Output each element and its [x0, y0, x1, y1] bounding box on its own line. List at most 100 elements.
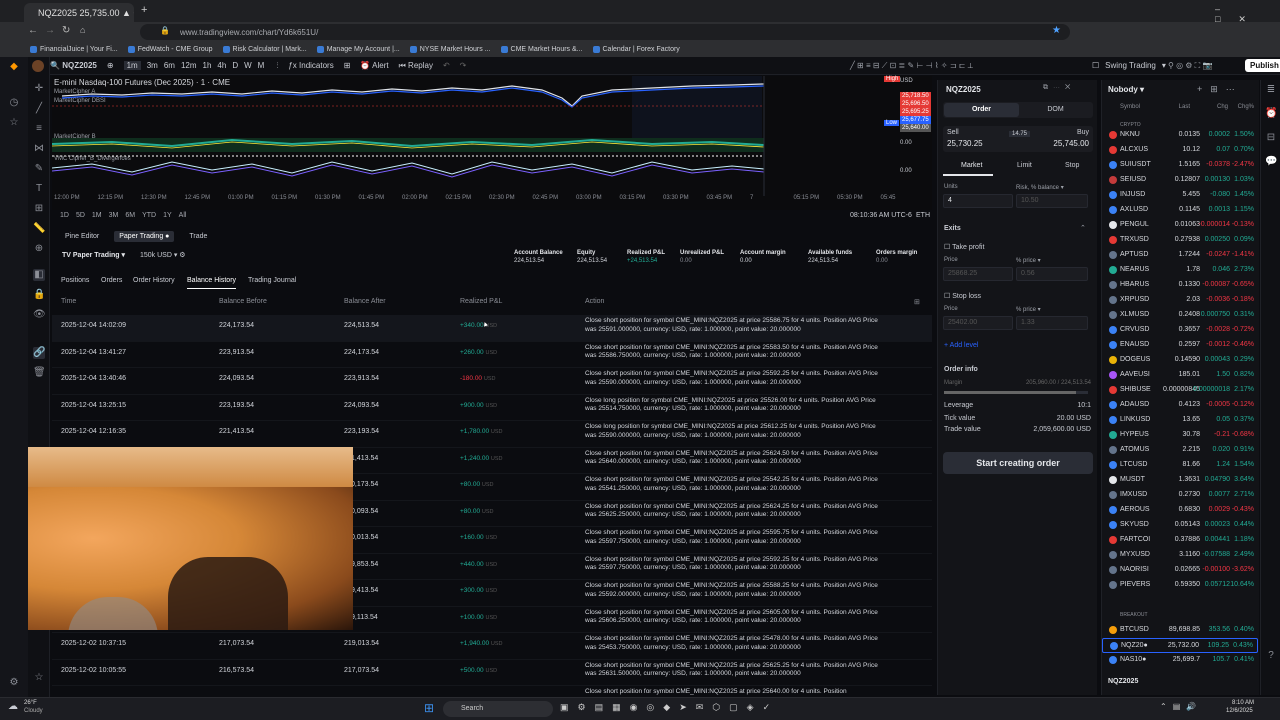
range-1D[interactable]: 1D [60, 212, 69, 219]
range-All[interactable]: All [179, 212, 187, 219]
data-window-icon[interactable]: ⊟ [1265, 132, 1277, 144]
tp-pct-input[interactable]: 0.56 [1016, 267, 1088, 281]
watchlist-row[interactable]: ADAUSD 0.4123 -0.0005 -0.12% [1102, 398, 1258, 413]
table-row[interactable]: 2025-12-04 13:40:46 224,093.54 223,913.54 -… [52, 368, 932, 395]
risk-input[interactable]: 10.50 [1016, 194, 1088, 208]
help-icon[interactable]: ? [1265, 650, 1277, 662]
watchlist-row[interactable]: PIEVERS 0.59350 0.05712 10.64% [1102, 578, 1258, 593]
account-size[interactable]: 150k USD ▾ ⚙ [140, 251, 186, 259]
start-icon[interactable]: ⊞ [424, 701, 434, 715]
subtab-orders[interactable]: Orders [101, 277, 122, 284]
chat-icon[interactable]: 💬 [1265, 156, 1277, 168]
eye-icon[interactable]: 👁 [33, 309, 46, 321]
bookmark-item[interactable]: CME Market Hours &... [500, 46, 583, 53]
watchlist-row[interactable]: NEARUS 1.78 0.046 2.73% [1102, 263, 1258, 278]
taskbar-apps[interactable]: ▣⚙▤▦◉◎◆➤✉⬡▢◈✓ [560, 702, 779, 713]
alert-button[interactable]: ⏰ Alert [360, 61, 388, 70]
order-type-market[interactable]: Market [961, 162, 982, 169]
browser-tab[interactable]: NQZ2025 25,735.00 ▲ +0.4% [24, 3, 134, 22]
range-5D[interactable]: 5D [76, 212, 85, 219]
taskbar-search[interactable]: Search [443, 701, 553, 717]
order-header-icons[interactable]: ⧉⋯✕ [1043, 84, 1075, 92]
bookmark-star-icon[interactable]: ★ [1052, 25, 1061, 36]
watchlist-row[interactable]: ALCXUS 10.12 0.07 0.70% [1102, 143, 1258, 158]
watchlist-title[interactable]: Nobody ▾ [1108, 85, 1144, 94]
tab-order[interactable]: Order [944, 103, 1019, 117]
columns-settings-icon[interactable]: ⊞ [914, 298, 920, 306]
redo-icon[interactable]: ↷ [460, 61, 467, 70]
table-row[interactable]: 2025-12-04 14:02:09 224,173.54 224,513.54 +… [52, 315, 932, 342]
interval-3m[interactable]: 3m [147, 61, 158, 70]
history-icon[interactable]: ◷ [8, 97, 20, 109]
reload-icon[interactable]: ↻ [62, 25, 70, 36]
stop-loss-toggle[interactable]: ☐ Stop loss [944, 292, 981, 300]
new-tab-button[interactable]: + [141, 4, 147, 16]
home-icon[interactable]: ⌂ [80, 25, 85, 35]
favorites-icon[interactable]: ☆ [33, 672, 45, 684]
chart-area[interactable]: E-mini Nasdaq-100 Futures (Dec 2025) · 1… [52, 76, 932, 210]
watchlist-row[interactable]: ATOMUS 2.215 0.020 0.91% [1102, 443, 1258, 458]
weather-temp[interactable]: 26°F [24, 700, 37, 706]
brush-icon[interactable]: ✎ [33, 163, 45, 175]
take-profit-toggle[interactable]: ☐ Take profit [944, 243, 984, 251]
watchlist-row[interactable]: AAVEUSI 185.01 1.50 0.82% [1102, 368, 1258, 383]
measure-icon[interactable]: ⊞ [33, 203, 45, 215]
sell-label[interactable]: Sell [947, 129, 959, 136]
bookmark-item[interactable]: FedWatch - CME Group [127, 46, 213, 53]
watchlist-row[interactable]: AXLUSD 0.1145 0.0013 1.15% [1102, 203, 1258, 218]
bookmark-item[interactable]: Manage My Account |... [316, 46, 400, 53]
bookmarks-icon[interactable]: ☆ [8, 117, 20, 129]
ruler-icon[interactable]: 📏 [33, 223, 45, 235]
symbol-search[interactable]: 🔍 NQZ2025 [50, 61, 97, 70]
table-row[interactable]: 2025-12-04 13:41:27 223,913.54 224,173.54 +… [52, 342, 932, 368]
column-header[interactable]: Realized P&L [460, 298, 502, 305]
exits-collapse-icon[interactable]: ⌃ [1080, 224, 1086, 232]
magnet-icon[interactable]: ◧ [33, 269, 45, 281]
column-header[interactable]: Time [61, 298, 76, 305]
watchlist-row[interactable]: NQZ20● 25,732.00 109.25 0.43% [1102, 638, 1258, 653]
chart-type-icon[interactable]: ⫶ [276, 61, 278, 71]
tab-dom[interactable]: DOM [1019, 103, 1092, 117]
bookmark-item[interactable]: FinancialJuice | Your Fi... [30, 46, 118, 53]
order-type-limit[interactable]: Limit [1017, 162, 1032, 169]
tp-price-input[interactable]: 25868.25 [943, 267, 1013, 281]
clock-time[interactable]: 8:10 AM [1232, 700, 1254, 706]
interval-M[interactable]: M [258, 61, 265, 70]
watchlist-row[interactable]: APTUSD 1.7244 -0.0247 -1.41% [1102, 248, 1258, 263]
watchlist-row[interactable]: MUSDT 1.3631 0.04790 3.64% [1102, 473, 1258, 488]
watchlist-row[interactable]: SEIUSD 0.12807 0.00130 1.03% [1102, 173, 1258, 188]
table-row[interactable]: 2025-12-04 12:16:35 221,413.54 223,193.54 +… [52, 421, 932, 448]
watchlist-row[interactable]: SHIBUSE 0.00000845 0.00000018 2.17% [1102, 383, 1258, 398]
watchlist-row[interactable]: LINKUSD 13.65 0.05 0.37% [1102, 413, 1258, 428]
watchlist-row[interactable]: IMXUSD 0.2730 0.0077 2.71% [1102, 488, 1258, 503]
sl-pct-input[interactable]: 1.33 [1016, 316, 1088, 330]
subtab-order-history[interactable]: Order History [133, 277, 175, 284]
watchlist-row[interactable]: INJUSD 5.455 -0.080 1.45% [1102, 188, 1258, 203]
range-1Y[interactable]: 1Y [163, 212, 172, 219]
order-type-stop[interactable]: Stop [1065, 162, 1079, 169]
interval-6m[interactable]: 6m [164, 61, 175, 70]
watchlist-icon[interactable]: ≣ [1265, 84, 1277, 96]
watchlist-row[interactable]: XLMUSD 0.2408 0.000750 0.31% [1102, 308, 1258, 323]
interval-12m[interactable]: 12m [181, 61, 197, 70]
watchlist-row[interactable]: TRXUSD 0.27938 0.00250 0.09% [1102, 233, 1258, 248]
interval-1m[interactable]: 1m [123, 61, 141, 70]
settings-icon[interactable]: ⚙ [8, 677, 20, 689]
table-row[interactable]: 2025-12-02 10:05:55 216,573.54 217,073.54 +… [52, 660, 932, 686]
bookmark-item[interactable]: Calendar | Forex Factory [592, 46, 680, 53]
subtab-balance-history[interactable]: Balance History [187, 277, 237, 289]
bookmark-item[interactable]: NYSE Market Hours ... [409, 46, 491, 53]
subtab-positions[interactable]: Positions [61, 277, 89, 284]
range-YTD[interactable]: YTD [142, 212, 156, 219]
trash-icon[interactable]: 🗑 [33, 367, 46, 379]
watchlist-footer-symbol[interactable]: NQZ2025 [1108, 678, 1138, 685]
watchlist-row[interactable]: HYPEUS 30.78 -0.21 -0.68% [1102, 428, 1258, 443]
buy-label[interactable]: Buy [1077, 129, 1089, 136]
units-input[interactable]: 4 [943, 194, 1013, 208]
watchlist-row[interactable]: MYXUSD 3.1160 -0.07588 2.49% [1102, 548, 1258, 563]
sell-price[interactable]: 25,730.25 [947, 139, 983, 148]
fib-icon[interactable]: ≡ [33, 123, 45, 135]
replay-button[interactable]: ⏮ Replay [399, 61, 433, 71]
interval-D[interactable]: D [232, 61, 238, 70]
range-6M[interactable]: 6M [125, 212, 135, 219]
